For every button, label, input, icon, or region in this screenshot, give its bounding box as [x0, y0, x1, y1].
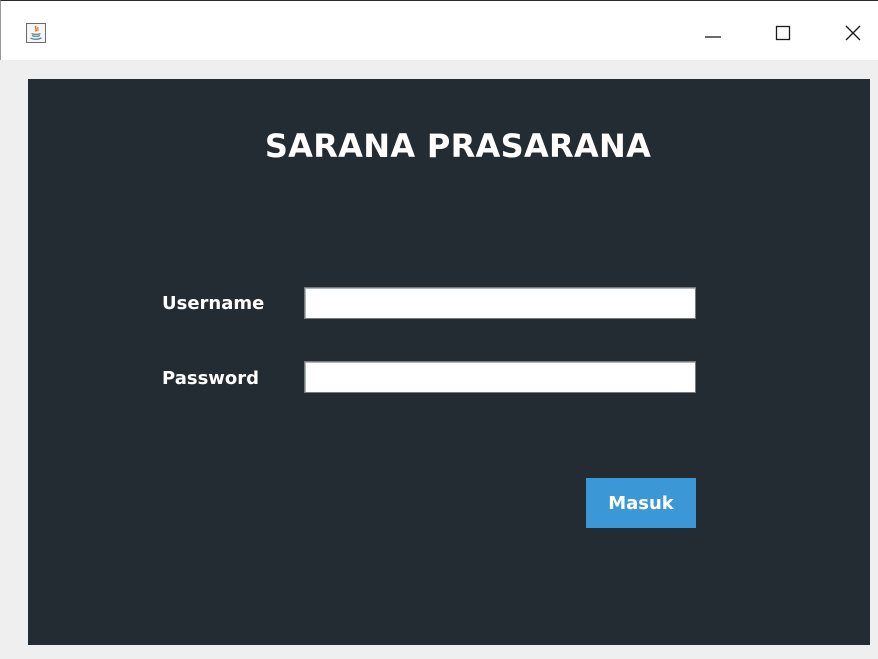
java-icon[interactable] — [26, 23, 46, 43]
username-label: Username — [162, 293, 265, 314]
login-button[interactable]: Masuk — [586, 478, 696, 528]
app-title: SARANA PRASARANA — [264, 127, 652, 165]
password-label: Password — [162, 368, 260, 389]
password-input[interactable] — [304, 361, 696, 393]
maximize-icon — [775, 25, 791, 41]
username-input[interactable] — [304, 287, 696, 319]
title-bar[interactable] — [0, 0, 878, 60]
close-icon — [845, 25, 861, 41]
close-button[interactable] — [830, 13, 876, 53]
login-panel: SARANA PRASARANA Username Password Masuk — [28, 79, 870, 645]
minimize-button[interactable] — [690, 13, 736, 53]
maximize-button[interactable] — [760, 13, 806, 53]
application-window: SARANA PRASARANA Username Password Masuk — [0, 0, 878, 659]
minimize-icon — [705, 36, 721, 38]
